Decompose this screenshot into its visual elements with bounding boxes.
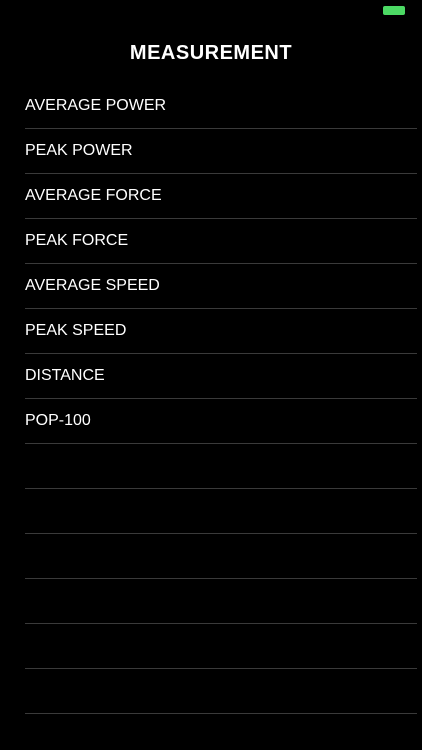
status-bar xyxy=(0,0,422,22)
list-item-label: AVERAGE SPEED xyxy=(25,277,160,294)
empty-list-row xyxy=(25,579,417,624)
list-item-label: POP-100 xyxy=(25,412,91,429)
list-item-pop-100[interactable]: POP-100 xyxy=(25,399,417,444)
list-item-peak-speed[interactable]: PEAK SPEED xyxy=(25,309,417,354)
list-item-average-speed[interactable]: AVERAGE SPEED xyxy=(25,264,417,309)
screen: MEASUREMENT AVERAGE POWER PEAK POWER AVE… xyxy=(0,0,422,750)
empty-list-row xyxy=(25,489,417,534)
list-item-peak-power[interactable]: PEAK POWER xyxy=(25,129,417,174)
page-title: MEASUREMENT xyxy=(129,42,293,64)
list-item-average-power[interactable]: AVERAGE POWER xyxy=(25,84,417,129)
measurement-list: AVERAGE POWER PEAK POWER AVERAGE FORCE P… xyxy=(0,84,422,714)
battery-icon xyxy=(383,6,405,15)
list-item-label: PEAK FORCE xyxy=(25,232,129,249)
empty-list-row xyxy=(25,444,417,489)
list-item-label: PEAK POWER xyxy=(25,142,133,159)
list-item-peak-force[interactable]: PEAK FORCE xyxy=(25,219,417,264)
list-item-label: DISTANCE xyxy=(25,367,105,384)
list-item-average-force[interactable]: AVERAGE FORCE xyxy=(25,174,417,219)
empty-list-row xyxy=(25,624,417,669)
list-item-label: AVERAGE POWER xyxy=(25,97,167,114)
list-item-distance[interactable]: DISTANCE xyxy=(25,354,417,399)
empty-list-row xyxy=(25,534,417,579)
list-item-label: PEAK SPEED xyxy=(25,322,127,339)
empty-list-row xyxy=(25,669,417,714)
list-item-label: AVERAGE FORCE xyxy=(25,187,162,204)
